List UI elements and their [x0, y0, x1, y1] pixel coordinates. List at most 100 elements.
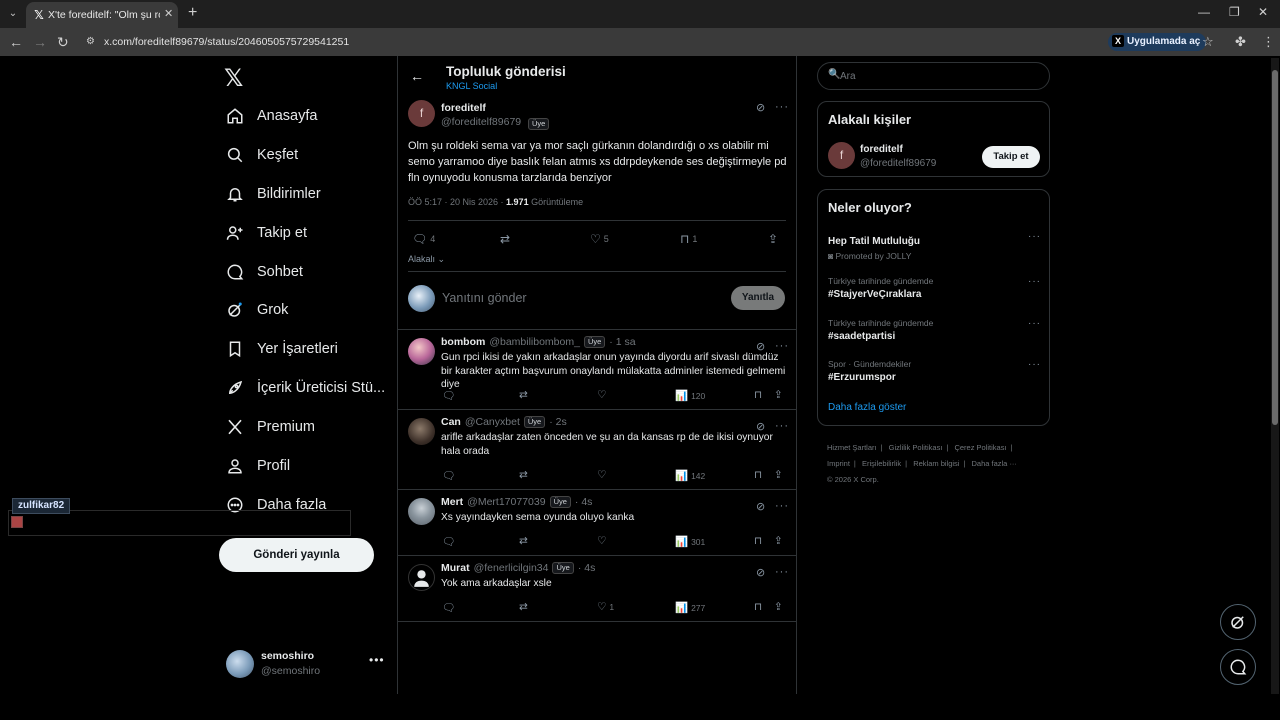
trend-item[interactable]: Hep Tatil Mutluluğu ◙ Promoted by JOLLY … [828, 231, 1041, 261]
more-icon[interactable]: ••• [369, 653, 385, 667]
reply-time[interactable]: · 2s [549, 416, 567, 428]
nav-item-home[interactable]: Anasayfa [226, 103, 317, 129]
site-info-icon[interactable]: ⚙ [86, 36, 98, 48]
nav-item-chat[interactable]: Sohbet [226, 259, 303, 285]
trend-item[interactable]: Spor · Gündemdekiler #Erzurumspor ··· [828, 359, 1041, 383]
reply-author-name[interactable]: Can [441, 416, 461, 428]
views-action[interactable]: 📊 142 [675, 469, 705, 482]
reply-author-name[interactable]: Murat [441, 562, 470, 574]
nav-item-creator-studio[interactable]: İçerik Üreticisi Stü... [226, 375, 385, 401]
nav-item-bookmarks[interactable]: Yer İşaretleri [226, 336, 338, 362]
avatar[interactable] [408, 418, 435, 445]
like-action[interactable]: ♡ 1 [597, 601, 614, 613]
avatar[interactable]: f [408, 100, 435, 127]
share-action[interactable]: ⇪ [774, 469, 783, 481]
footer-link[interactable]: Gizlilik Politikası [889, 443, 943, 452]
bookmark-action[interactable]: ⊓ [754, 389, 762, 401]
views-action[interactable]: 📊 277 [675, 601, 705, 614]
nav-item-follow[interactable]: Takip et [226, 220, 307, 246]
grok-icon[interactable]: ⊘ [756, 101, 765, 114]
footer-link[interactable]: Daha fazla ··· [972, 459, 1017, 468]
reload-icon[interactable]: ↻ [57, 34, 69, 50]
repost-action[interactable]: ⇄ [519, 469, 528, 481]
repost-action[interactable]: ⇄ [519, 389, 528, 401]
post-author-handle[interactable]: @foreditelf89679 [441, 116, 521, 128]
avatar[interactable] [408, 498, 435, 525]
list-item[interactable]: Murat @fenerlicilgin34 Üye · 4s ⊘ ··· Yo… [398, 556, 796, 621]
reply-submit-button[interactable]: Yanıtla [731, 286, 785, 310]
nav-item-profile[interactable]: Profil [226, 453, 290, 479]
window-close-icon[interactable]: ✕ [1258, 5, 1268, 19]
nav-item-premium[interactable]: Premium [226, 414, 315, 440]
community-link[interactable]: KNGL Social [446, 81, 497, 91]
footer-link[interactable]: Reklam bilgisi [913, 459, 959, 468]
new-tab-icon[interactable]: + [188, 4, 197, 22]
scrollbar-thumb[interactable] [1272, 70, 1278, 425]
bookmark-action[interactable]: ⊓ [754, 535, 762, 547]
avatar[interactable] [408, 338, 435, 365]
tab-search-icon[interactable]: ⌄ [4, 5, 22, 23]
reply-time[interactable]: · 4s [578, 562, 596, 574]
reply-author-handle[interactable]: @Canyxbet [465, 416, 520, 428]
share-action[interactable]: ⇪ [774, 535, 783, 547]
reply-author-handle[interactable]: @Mert17077039 [467, 496, 545, 508]
nav-item-notifications[interactable]: Bildirimler [226, 181, 321, 207]
reply-author-name[interactable]: Mert [441, 496, 463, 508]
post-author-name[interactable]: foreditelf [441, 102, 486, 114]
like-action[interactable]: ♡ [597, 535, 606, 547]
like-action[interactable]: ♡ 5 [590, 232, 609, 246]
bookmark-star-icon[interactable]: ☆ [1202, 34, 1214, 50]
show-more-link[interactable]: Daha fazla göster [828, 402, 906, 413]
reply-time[interactable]: · 4s [575, 496, 593, 508]
address-bar[interactable]: x.com/foreditelf89679/status/20460505757… [104, 36, 349, 48]
nav-item-explore[interactable]: Keşfet [226, 142, 298, 168]
reply-action[interactable]: 🗨 [442, 469, 455, 482]
reply-author-handle[interactable]: @bambilibombom_ [489, 336, 580, 348]
views-action[interactable]: 📊 120 [675, 389, 705, 402]
nav-item-grok[interactable]: Grok [226, 297, 288, 323]
x-logo-icon[interactable]: 𝕏 [224, 64, 243, 93]
back-icon[interactable]: ← [9, 34, 23, 50]
list-item[interactable]: bombom @bambilibombom_ Üye · 1 sa ⊘ ··· … [398, 330, 796, 409]
extensions-icon[interactable]: ✤ [1235, 34, 1246, 50]
account-switcher[interactable]: semoshiro @semoshiro ••• [226, 650, 386, 680]
trend-item[interactable]: Türkiye tarihinde gündemde #saadetpartis… [828, 318, 1041, 342]
footer-link[interactable]: Imprint [827, 459, 850, 468]
back-arrow-icon[interactable]: ← [410, 68, 424, 84]
messages-fab[interactable] [1220, 649, 1256, 685]
post-button[interactable]: Gönderi yayınla [219, 538, 374, 572]
reply-action[interactable]: 🗨 4 [412, 232, 435, 246]
bookmark-action[interactable]: ⊓ 1 [680, 232, 697, 246]
avatar[interactable]: f [828, 142, 855, 169]
sort-dropdown[interactable]: Alakalı ⌄ [408, 254, 445, 265]
post-time[interactable]: ÖÖ 5:17 · 20 Nis 2026 · [408, 197, 506, 207]
like-action[interactable]: ♡ [597, 469, 606, 481]
more-icon[interactable]: ··· [1028, 276, 1041, 287]
footer-link[interactable]: Çerez Politikası [954, 443, 1006, 452]
relevant-person-name[interactable]: foreditelf [860, 144, 903, 155]
minimize-icon[interactable]: — [1198, 5, 1210, 19]
open-in-app-button[interactable]: X Uygulamada aç [1108, 33, 1207, 51]
repost-action[interactable]: ⇄ [500, 232, 510, 246]
browser-menu-icon[interactable]: ⋮ [1262, 34, 1275, 50]
more-icon[interactable]: ··· [775, 101, 789, 113]
reply-author-name[interactable]: bombom [441, 336, 485, 348]
relevant-person-handle[interactable]: @foreditelf89679 [860, 158, 936, 169]
footer-link[interactable]: Hizmet Şartları [827, 443, 877, 452]
more-icon[interactable]: ··· [1028, 231, 1041, 242]
follow-button[interactable]: Takip et [982, 146, 1040, 168]
restore-icon[interactable]: ❐ [1229, 5, 1240, 19]
grok-fab[interactable] [1220, 604, 1256, 640]
reply-action[interactable]: 🗨 [442, 535, 455, 548]
search-input[interactable]: 🔍 Ara [817, 62, 1050, 90]
bookmark-action[interactable]: ⊓ [754, 601, 762, 613]
repost-action[interactable]: ⇄ [519, 535, 528, 547]
share-action[interactable]: ⇪ [774, 389, 783, 401]
reply-time[interactable]: · 1 sa [609, 336, 635, 348]
forward-icon[interactable]: → [33, 34, 47, 50]
list-item[interactable]: Can @Canyxbet Üye · 2s ⊘ ··· arifle arka… [398, 410, 796, 489]
views-action[interactable]: 📊 301 [675, 535, 705, 548]
like-action[interactable]: ♡ [597, 389, 606, 401]
bookmark-action[interactable]: ⊓ [754, 469, 762, 481]
trend-item[interactable]: Türkiye tarihinde gündemde #StajyerVeÇır… [828, 276, 1041, 300]
